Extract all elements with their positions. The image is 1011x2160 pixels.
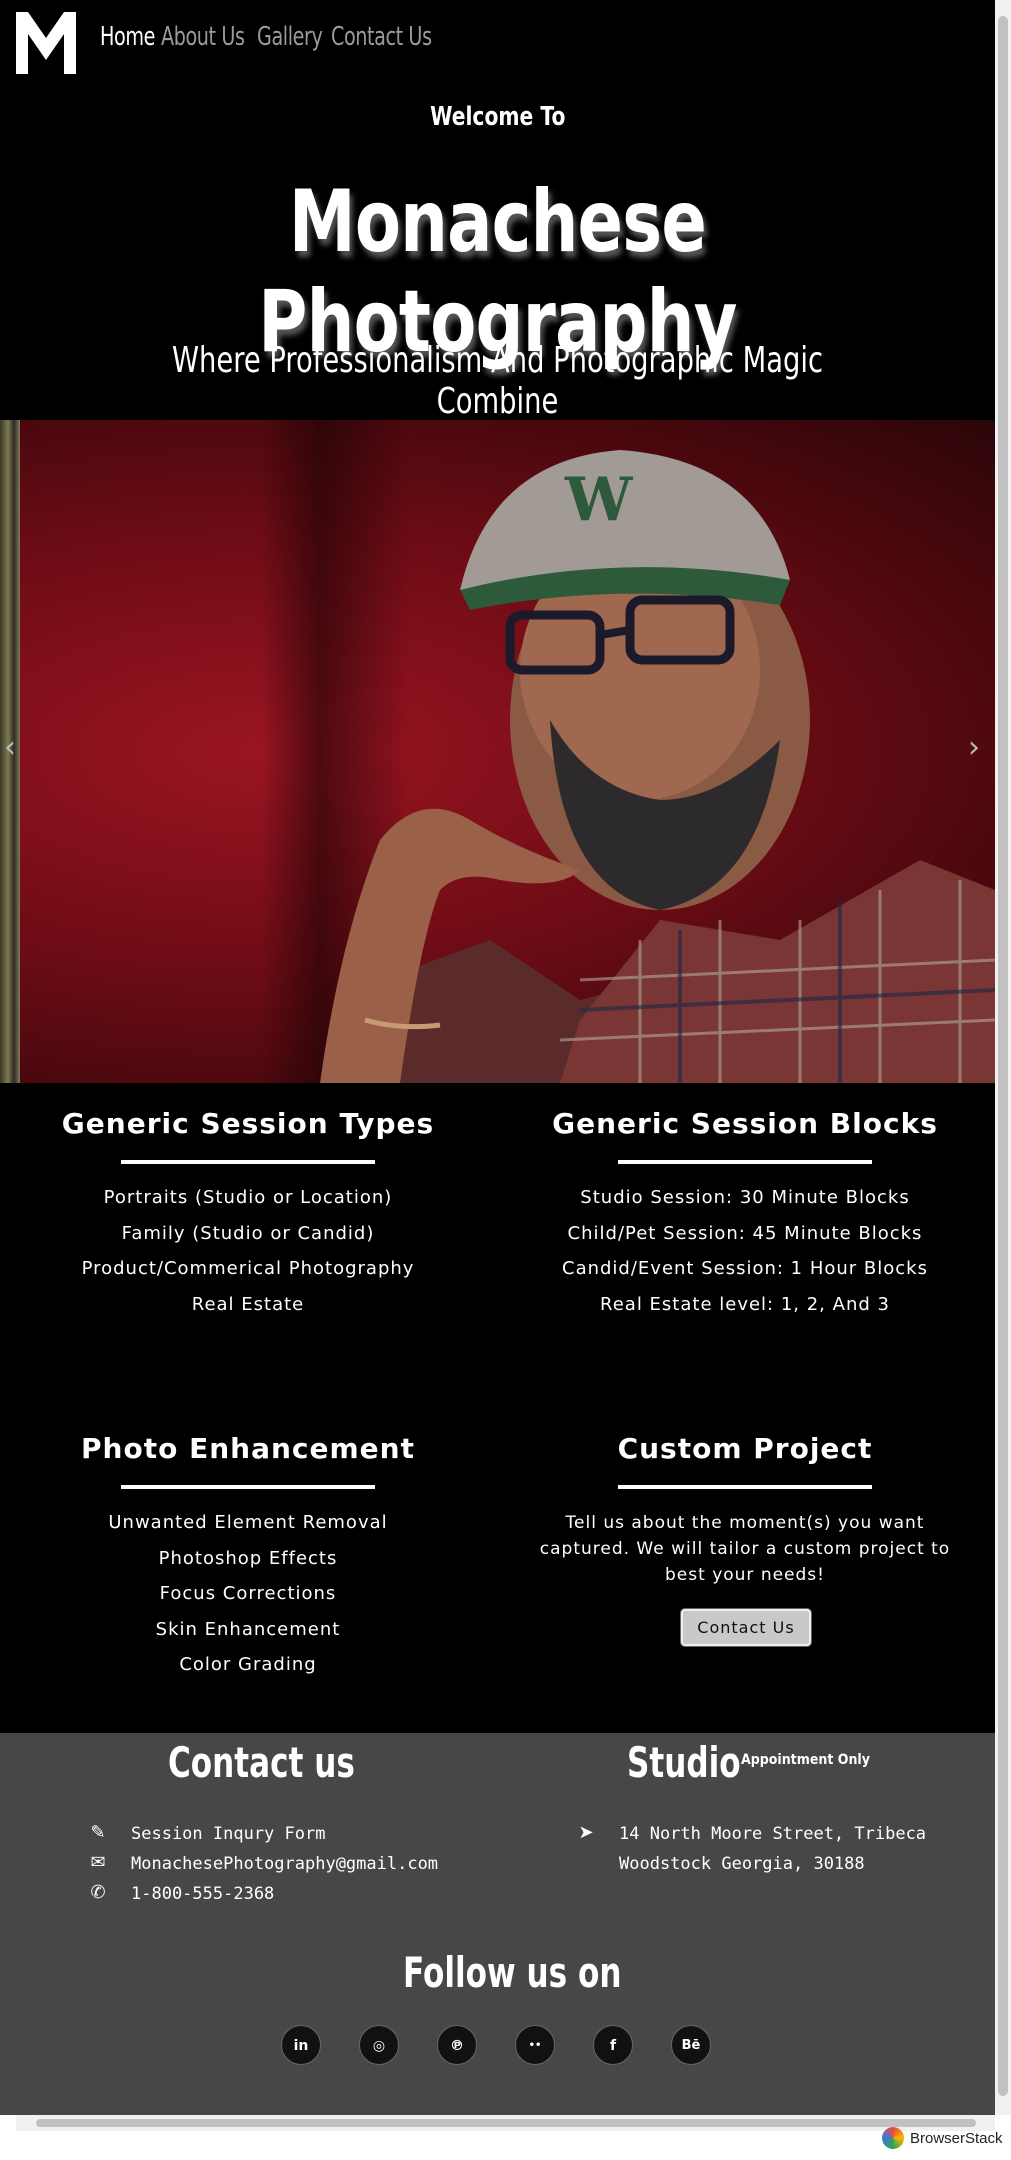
browserstack-logo-icon: [882, 2127, 904, 2149]
appointment-note: * Appointment Only: [730, 1752, 870, 1768]
behance-icon[interactable]: Bē: [671, 2025, 711, 2065]
custom-project-text: Tell us about the moment(s) you want cap…: [539, 1513, 951, 1585]
divider: [121, 1160, 375, 1164]
nav-links: Home About Us Gallery Contact Us: [100, 22, 432, 52]
session-types-title: Generic Session Types: [61, 1107, 435, 1140]
list-item: Focus Corrections: [159, 1583, 337, 1604]
list-item: Real Estate level: 1, 2, And 3: [600, 1293, 890, 1315]
list-item: Family (Studio or Candid): [121, 1222, 375, 1244]
facebook-icon[interactable]: f: [593, 2025, 633, 2065]
envelope-icon: ✉: [90, 1852, 106, 1873]
edit-icon: ✎: [90, 1822, 106, 1843]
divider: [618, 1485, 872, 1489]
photo-enhancement-title: Photo Enhancement: [81, 1432, 415, 1465]
linkedin-icon[interactable]: in: [281, 2025, 321, 2065]
browserstack-label: BrowserStack: [910, 2129, 1003, 2147]
phone-link[interactable]: 1-800-555-2368: [131, 1884, 274, 1904]
site-tagline: Where Professionalism And Photographic M…: [171, 340, 824, 422]
session-blocks-list: Studio Session: 30 Minute Blocks Child/P…: [505, 1180, 985, 1322]
hero-carousel: W ‹ ›: [0, 420, 995, 1083]
horizontal-scrollbar[interactable]: [16, 2115, 995, 2131]
email-link[interactable]: MonachesePhotography@gmail.com: [131, 1854, 438, 1874]
instagram-icon[interactable]: ◎: [359, 2025, 399, 2065]
nav-gallery[interactable]: Gallery: [257, 22, 323, 52]
contact-heading: Contact us: [168, 1738, 355, 1787]
list-item: Unwanted Element Removal: [108, 1512, 388, 1533]
monachese-logo[interactable]: [16, 12, 76, 74]
custom-project-title: Custom Project: [617, 1432, 873, 1465]
location-arrow-icon: ➤: [578, 1822, 594, 1843]
address-line-2: Woodstock Georgia, 30188: [619, 1854, 865, 1874]
vertical-scrollbar[interactable]: [995, 0, 1011, 2115]
page: Home About Us Gallery Contact Us Welcome…: [0, 0, 995, 2160]
chevron-right-icon[interactable]: ›: [968, 730, 980, 765]
list-item: Portraits (Studio or Location): [103, 1187, 393, 1208]
horizontal-scrollbar-area: [0, 2115, 1011, 2160]
scrollbar-thumb[interactable]: [36, 2119, 976, 2127]
session-blocks-title: Generic Session Blocks: [552, 1107, 938, 1140]
list-item: Product/Commerical Photography: [81, 1258, 415, 1279]
list-item: Skin Enhancement: [155, 1618, 341, 1640]
list-item: Real Estate: [191, 1293, 305, 1315]
session-types-list: Portraits (Studio or Location) Family (S…: [8, 1180, 488, 1322]
portrait-photo: W: [320, 450, 995, 1083]
list-item: Candid/Event Session: 1 Hour Blocks: [562, 1258, 928, 1279]
top-navbar: Home About Us Gallery Contact Us: [0, 0, 995, 86]
photo-enhancement-list: Unwanted Element Removal Photoshop Effec…: [8, 1505, 488, 1683]
browserstack-badge: BrowserStack: [882, 2124, 1003, 2152]
pinterest-icon[interactable]: ℗: [437, 2025, 477, 2065]
divider: [121, 1485, 375, 1489]
nav-home[interactable]: Home: [100, 22, 155, 52]
nav-about-us[interactable]: About Us: [161, 22, 245, 52]
welcome-text: Welcome To: [429, 102, 566, 132]
scrollbar-thumb[interactable]: [998, 16, 1008, 2096]
divider: [618, 1160, 872, 1164]
footer: [0, 1733, 995, 2160]
carousel-slide-portrait: W: [20, 420, 995, 1083]
address-line-1: 14 North Moore Street, Tribeca: [619, 1824, 927, 1844]
nav-contact-us[interactable]: Contact Us: [331, 22, 432, 52]
list-item: Photoshop Effects: [158, 1547, 338, 1569]
list-item: Color Grading: [179, 1654, 317, 1675]
chevron-left-icon[interactable]: ‹: [4, 730, 16, 765]
flickr-icon[interactable]: ••: [515, 2025, 555, 2065]
contact-us-button[interactable]: Contact Us: [681, 1609, 811, 1646]
follow-heading: Follow us on: [403, 1948, 622, 1997]
list-item: Studio Session: 30 Minute Blocks: [580, 1187, 910, 1208]
phone-icon: ✆: [90, 1882, 106, 1903]
list-item: Child/Pet Session: 45 Minute Blocks: [567, 1222, 923, 1244]
session-inquiry-link[interactable]: Session Inqury Form: [131, 1824, 325, 1844]
svg-text:W: W: [564, 465, 634, 535]
